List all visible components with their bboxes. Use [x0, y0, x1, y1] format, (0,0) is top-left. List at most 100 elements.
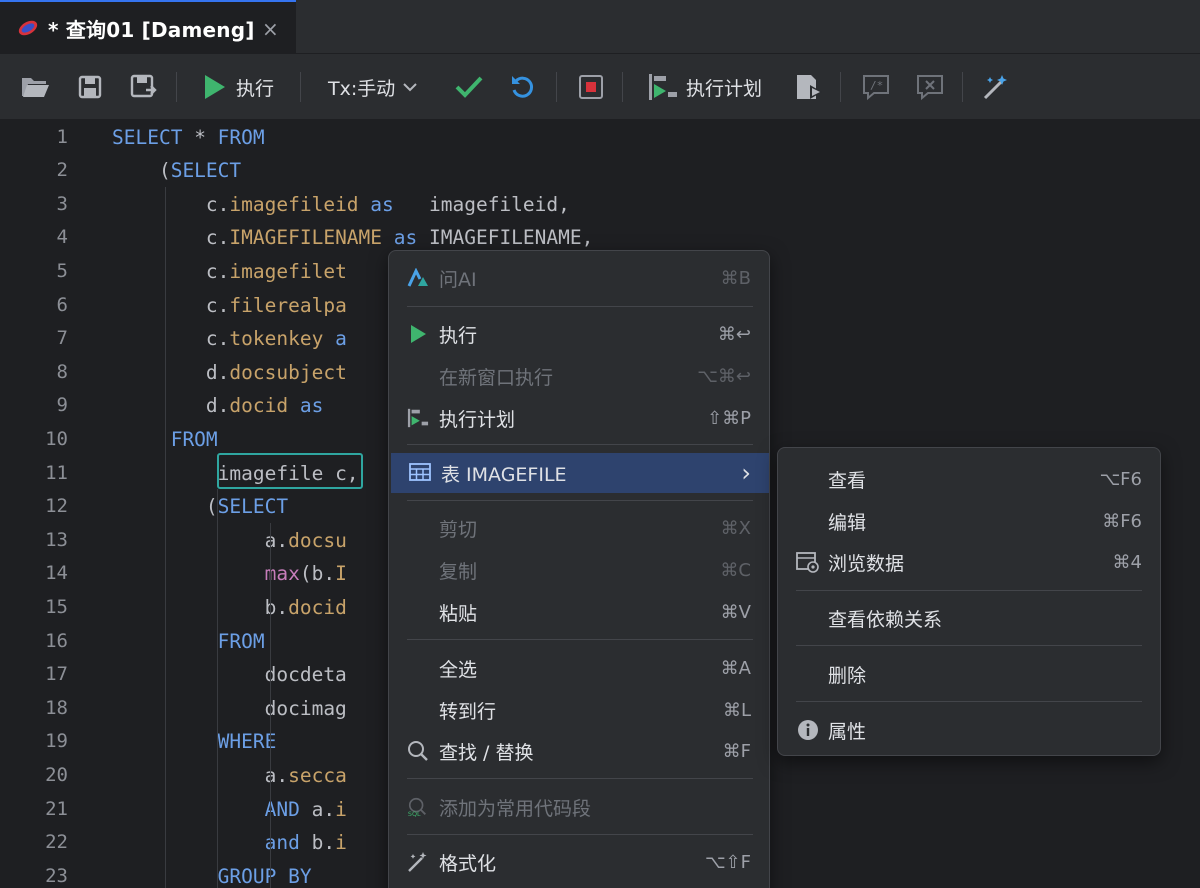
code-token: FROM — [217, 629, 265, 653]
submenu-item-edit[interactable]: 编辑 ⌘F6 — [778, 502, 1160, 540]
line-number: 17 — [45, 663, 68, 686]
code-line[interactable]: max(b.I — [112, 557, 347, 591]
context-menu: 问AI ⌘B 执行 ⌘↩ 在新窗口执行 ⌥⌘↩ 执行计划 ⇧⌘P 表 IMAGE… — [388, 250, 770, 888]
line-number: 3 — [56, 192, 68, 215]
code-line[interactable]: c.filerealpa — [112, 289, 347, 323]
stop-button[interactable] — [578, 54, 604, 120]
menu-item-execution-plan[interactable]: 执行计划 ⇧⌘P — [389, 399, 769, 437]
code-token: imagefileid, — [405, 192, 570, 216]
sql-snippet-icon: SQL — [407, 796, 429, 818]
menu-shortcut: ⌘F6 — [1102, 510, 1142, 532]
submenu-item-properties[interactable]: 属性 — [778, 711, 1160, 749]
save-as-button[interactable] — [130, 54, 158, 120]
line-number: 18 — [45, 696, 68, 719]
line-number: 7 — [56, 327, 68, 350]
menu-shortcut: ⌥⌘↩ — [697, 365, 751, 387]
submenu-item-view[interactable]: 查看 ⌥F6 — [778, 460, 1160, 498]
info-icon — [796, 719, 820, 741]
code-line[interactable]: c.imagefileid as imagefileid, — [112, 188, 570, 222]
execute-button[interactable]: 执行 — [202, 54, 274, 120]
menu-item-find-replace[interactable]: 查找 / 替换 ⌘F — [389, 732, 769, 770]
code-token: docsubject — [229, 360, 347, 384]
submenu-item-view-dependencies[interactable]: 查看依赖关系 — [778, 599, 1160, 637]
code-line[interactable]: WHERE — [112, 725, 277, 759]
line-number: 23 — [45, 864, 68, 887]
code-token: i — [335, 831, 347, 855]
code-line[interactable]: a.secca — [112, 759, 347, 793]
menu-shortcut: ⌥⇧F — [704, 851, 751, 873]
code-line[interactable]: d.docsubject — [112, 356, 347, 390]
undo-icon — [512, 76, 534, 98]
menu-item-goto-line[interactable]: 转到行 ⌘L — [389, 691, 769, 729]
submenu-item-browse-data[interactable]: 浏览数据 ⌘4 — [778, 543, 1160, 581]
execution-plan-button[interactable]: 执行计划 — [646, 54, 762, 120]
line-number: 15 — [45, 595, 68, 618]
transaction-mode-dropdown[interactable]: Tx:手动 — [328, 54, 419, 120]
uncomment-icon — [917, 75, 943, 101]
code-token: FROM — [217, 125, 265, 149]
code-line[interactable]: FROM — [112, 625, 265, 659]
code-line[interactable]: c.imagefilet — [112, 255, 347, 289]
uncomment-button[interactable] — [916, 54, 944, 120]
code-line[interactable]: a.docsu — [112, 524, 347, 558]
menu-label: 问AI — [439, 268, 477, 291]
code-line[interactable]: docdeta — [112, 658, 347, 692]
code-token: a — [323, 327, 347, 351]
menu-label: 添加为常用代码段 — [439, 797, 592, 820]
code-line[interactable]: docimag — [112, 692, 347, 726]
open-folder-button[interactable] — [20, 54, 50, 120]
code-line[interactable]: (SELECT — [112, 154, 241, 188]
code-token: c. — [112, 192, 230, 216]
menu-shortcut: ⌘B — [720, 267, 751, 289]
code-token: as — [382, 226, 429, 250]
save-button[interactable] — [78, 54, 102, 120]
code-token: as — [288, 394, 324, 418]
svg-text:SQL: SQL — [408, 810, 421, 818]
svg-text:/*: /* — [870, 79, 883, 92]
menu-item-copy[interactable]: 复制 ⌘C — [389, 551, 769, 589]
menu-item-execute[interactable]: 执行 ⌘↩ — [389, 315, 769, 353]
commit-button[interactable] — [454, 54, 484, 120]
code-token: * — [194, 125, 218, 149]
menu-shortcut: ⌘X — [720, 517, 751, 539]
code-line[interactable]: b.docid — [112, 591, 347, 625]
menu-label: 表 IMAGEFILE — [441, 463, 567, 486]
code-token: WHERE — [217, 730, 277, 754]
line-number: 11 — [45, 461, 68, 484]
comment-button[interactable]: /* — [862, 54, 890, 120]
code-line[interactable]: c.tokenkey a — [112, 322, 347, 356]
code-line[interactable]: SELECT * FROM — [112, 121, 265, 155]
comment-icon: /* — [863, 75, 889, 101]
menu-item-ask-ai[interactable]: 问AI ⌘B — [389, 259, 769, 297]
menu-label: 删除 — [828, 664, 867, 687]
code-line[interactable]: d.docid as — [112, 389, 323, 423]
format-button[interactable] — [982, 54, 1010, 120]
save-icon — [78, 75, 102, 99]
menu-label: 查找 / 替换 — [439, 741, 534, 764]
menu-item-execute-new-window[interactable]: 在新窗口执行 ⌥⌘↩ — [389, 357, 769, 395]
rollback-button[interactable] — [510, 54, 536, 120]
submenu-item-delete[interactable]: 删除 — [778, 655, 1160, 693]
code-token: a. — [112, 763, 289, 787]
menu-label: 格式化 — [439, 852, 497, 875]
menu-item-select-all[interactable]: 全选 ⌘A — [389, 649, 769, 687]
tab-query01[interactable]: * 查询01 [Dameng] × — [0, 0, 296, 54]
menu-item-paste[interactable]: 粘贴 ⌘V — [389, 593, 769, 631]
code-line[interactable]: and b.i — [112, 826, 347, 860]
menu-item-add-snippet[interactable]: SQL 添加为常用代码段 — [389, 788, 769, 826]
code-token: docid — [288, 595, 347, 619]
close-icon[interactable]: × — [262, 17, 279, 41]
code-token: imagefilet — [229, 259, 347, 283]
menu-item-cut[interactable]: 剪切 ⌘X — [389, 509, 769, 547]
identifier-highlight — [217, 453, 363, 489]
code-line[interactable]: AND a.i — [112, 793, 347, 827]
menu-label: 在新窗口执行 — [439, 366, 554, 389]
document-play-icon — [797, 75, 822, 99]
execute-label: 执行 — [236, 77, 275, 100]
menu-shortcut: ⌘C — [720, 559, 751, 581]
menu-item-format[interactable]: 格式化 ⌥⇧F — [389, 843, 769, 881]
code-line[interactable]: GROUP BY — [112, 860, 312, 888]
explain-button[interactable] — [794, 54, 824, 120]
menu-item-table[interactable]: 表 IMAGEFILE › — [391, 453, 769, 493]
code-line[interactable]: (SELECT — [112, 490, 288, 524]
